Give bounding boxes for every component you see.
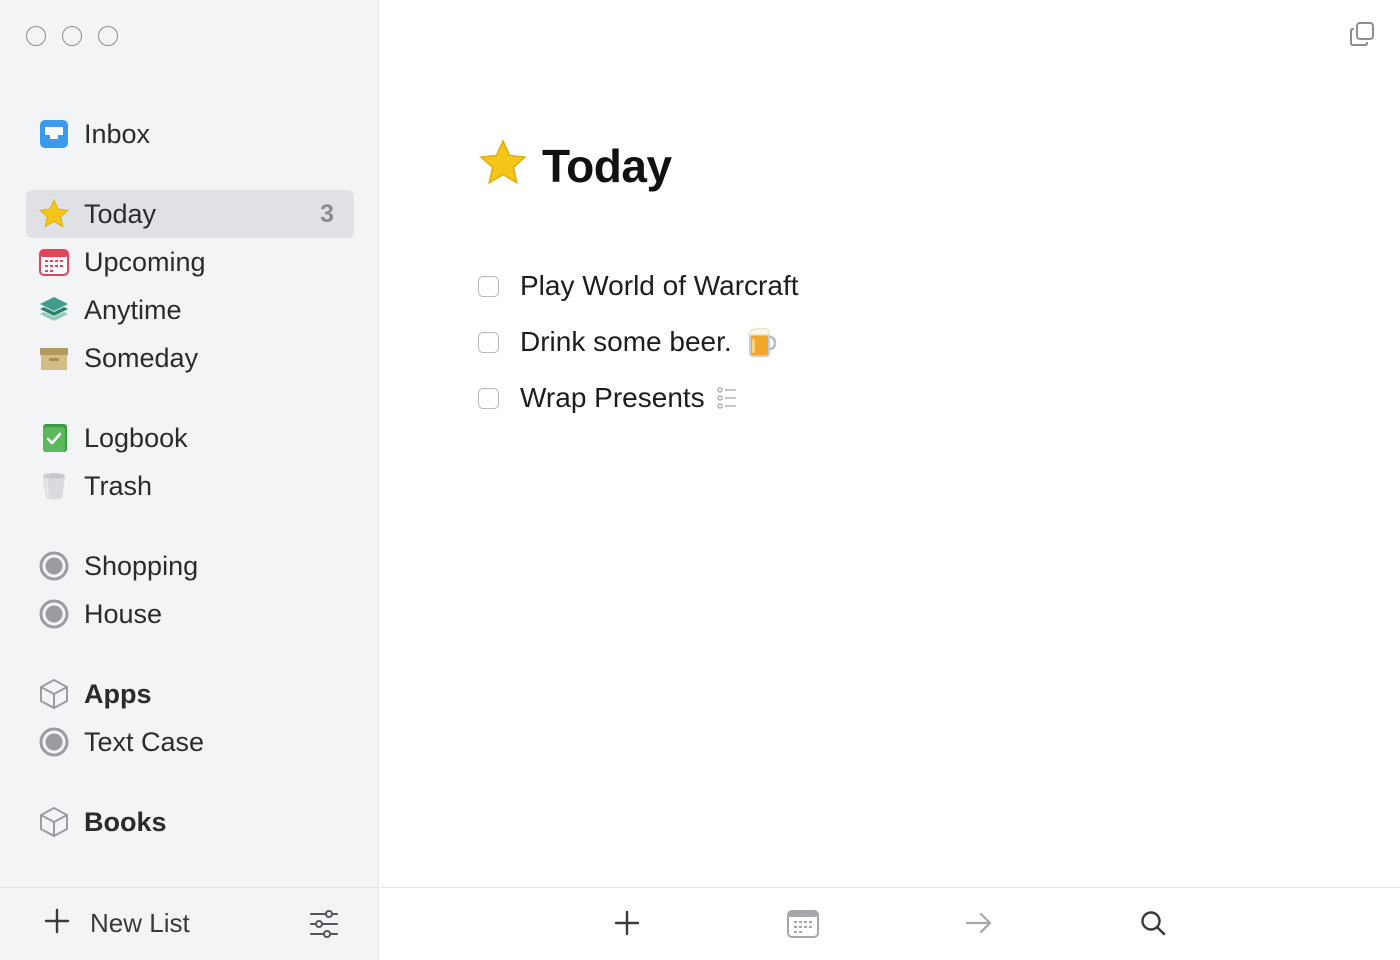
task-row[interactable]: Wrap Presents <box>478 378 737 418</box>
plus-icon <box>612 910 642 942</box>
layers-icon <box>38 293 72 327</box>
today-count-badge: 3 <box>320 199 334 228</box>
beer-mug-emoji <box>744 325 778 359</box>
sidebar-item-house[interactable]: House <box>26 590 354 638</box>
new-list-label: New List <box>90 908 190 938</box>
sidebar-item-someday[interactable]: Someday <box>26 334 354 382</box>
add-todo-button[interactable] <box>612 908 642 943</box>
task-row[interactable]: Drink some beer. <box>478 322 778 362</box>
main-toolbar <box>380 887 1400 960</box>
task-checkbox[interactable] <box>478 331 499 353</box>
trash-icon <box>38 469 72 503</box>
sidebar-item-logbook[interactable]: Logbook <box>26 414 354 462</box>
task-row[interactable]: Play World of Warcraft <box>478 266 799 306</box>
area-circle-icon <box>38 597 72 631</box>
task-checkbox[interactable] <box>478 275 499 297</box>
inbox-icon <box>38 117 72 151</box>
sidebar-footer: New List <box>0 887 379 960</box>
new-list-button[interactable]: New List <box>42 906 190 941</box>
sidebar-item-label: Logbook <box>84 422 188 453</box>
page-title: Today <box>542 139 672 192</box>
sidebar-item-label: Trash <box>84 470 153 501</box>
search-button[interactable] <box>1138 908 1168 943</box>
star-icon <box>478 138 528 193</box>
task-title[interactable]: Wrap Presents <box>520 382 705 414</box>
area-circle-icon <box>38 725 72 759</box>
logbook-icon <box>38 421 72 455</box>
page-header: Today <box>478 138 672 193</box>
star-icon <box>38 197 72 231</box>
sidebar-item-label: House <box>84 598 163 629</box>
sidebar-item-text-case[interactable]: Text Case <box>26 718 354 766</box>
sidebar-item-label: Inbox <box>84 118 151 149</box>
main-content: Today Play World of Warcraft Drink some … <box>380 0 1400 960</box>
archive-box-icon <box>38 341 72 375</box>
sidebar-item-shopping[interactable]: Shopping <box>26 542 354 590</box>
calendar-icon <box>38 245 72 279</box>
search-icon <box>1138 911 1168 942</box>
sidebar-item-label: Apps <box>84 678 152 709</box>
sliders-icon <box>308 910 340 944</box>
sidebar-item-upcoming[interactable]: Upcoming <box>26 238 354 286</box>
plus-icon <box>42 906 72 941</box>
schedule-button[interactable] <box>786 908 820 945</box>
sidebar-item-today[interactable]: Today 3 <box>26 190 354 238</box>
sidebar-item-anytime[interactable]: Anytime <box>26 286 354 334</box>
sidebar-item-label: Anytime <box>84 294 182 325</box>
sidebar-item-label: Text Case <box>84 726 205 757</box>
window-controls <box>26 26 118 46</box>
area-circle-icon <box>38 549 72 583</box>
minimize-window-button[interactable] <box>62 26 82 46</box>
task-checkbox[interactable] <box>478 387 499 409</box>
task-title[interactable]: Play World of Warcraft <box>520 270 799 302</box>
checklist-icon <box>716 386 737 410</box>
sidebar: Inbox Today 3 Upcoming Anytime Someday L… <box>0 0 379 960</box>
cube-icon <box>38 805 72 839</box>
sidebar-item-inbox[interactable]: Inbox <box>26 110 354 158</box>
new-window-button[interactable] <box>1348 20 1376 53</box>
close-window-button[interactable] <box>26 26 46 46</box>
cube-icon <box>38 677 72 711</box>
filter-settings-button[interactable] <box>308 908 340 945</box>
sidebar-item-label: Books <box>84 806 167 837</box>
calendar-icon <box>786 910 820 944</box>
copy-windows-icon <box>1348 22 1376 52</box>
move-button[interactable] <box>964 908 994 943</box>
sidebar-item-trash[interactable]: Trash <box>26 462 354 510</box>
sidebar-item-label: Upcoming <box>84 246 206 277</box>
arrow-right-icon <box>964 912 994 942</box>
zoom-window-button[interactable] <box>98 26 118 46</box>
task-title[interactable]: Drink some beer. <box>520 326 732 358</box>
sidebar-item-label: Today <box>84 198 157 229</box>
sidebar-item-apps[interactable]: Apps <box>26 670 354 718</box>
sidebar-item-label: Shopping <box>84 550 199 581</box>
sidebar-item-label: Someday <box>84 342 199 373</box>
sidebar-item-books[interactable]: Books <box>26 798 354 846</box>
